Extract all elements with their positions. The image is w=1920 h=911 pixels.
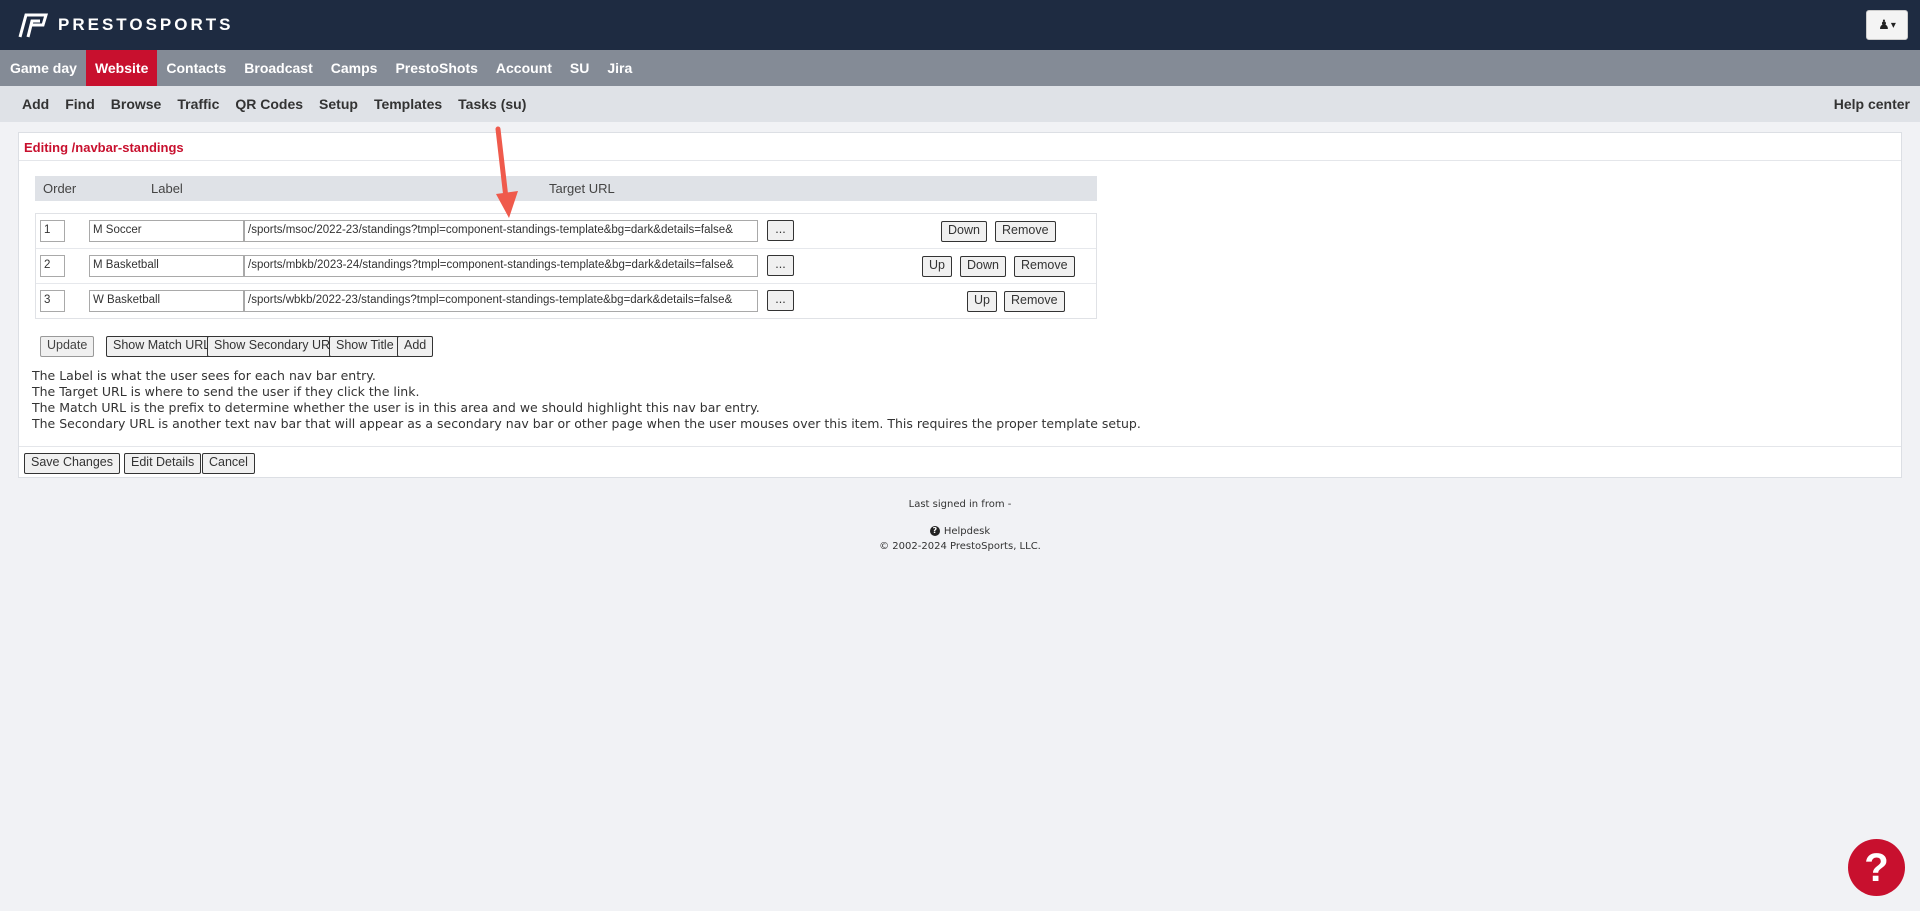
column-header-target-url: Target URL bbox=[549, 181, 615, 196]
show-title-button[interactable]: Show Title bbox=[329, 336, 401, 357]
help-line-secondary: The Secondary URL is another text nav ba… bbox=[32, 416, 1141, 431]
main-nav-broadcast[interactable]: Broadcast bbox=[235, 50, 321, 86]
main-nav-jira[interactable]: Jira bbox=[598, 50, 641, 86]
main-nav-account[interactable]: Account bbox=[487, 50, 561, 86]
edit-details-button[interactable]: Edit Details bbox=[124, 453, 202, 474]
show-secondary-url-button[interactable]: Show Secondary URL bbox=[207, 336, 344, 357]
update-button[interactable]: Update bbox=[40, 336, 95, 357]
url-picker-button[interactable]: ... bbox=[767, 290, 794, 311]
remove-button[interactable]: Remove bbox=[1014, 256, 1075, 277]
user-menu-button[interactable]: ♟ ▾ bbox=[1866, 10, 1908, 40]
column-header-label: Label bbox=[151, 181, 183, 196]
add-entry-button[interactable]: Add bbox=[397, 336, 434, 357]
help-fab-button[interactable]: ? bbox=[1848, 839, 1905, 896]
order-input[interactable]: 2 bbox=[40, 255, 65, 277]
table-row: 1 M Soccer /sports/msoc/2022-23/standing… bbox=[36, 214, 1096, 249]
help-question-icon: ? bbox=[1864, 845, 1889, 890]
help-line-target: The Target URL is where to send the user… bbox=[32, 384, 420, 399]
user-icon: ♟ bbox=[1878, 17, 1890, 33]
help-line-match: The Match URL is the prefix to determine… bbox=[32, 400, 760, 415]
sub-nav-setup[interactable]: Setup bbox=[311, 86, 366, 122]
brand-name: PRESTOSPORTS bbox=[58, 15, 234, 34]
main-nav-contacts[interactable]: Contacts bbox=[157, 50, 235, 86]
order-input[interactable]: 3 bbox=[40, 290, 65, 312]
main-nav-website[interactable]: Website bbox=[85, 50, 158, 86]
divider bbox=[19, 160, 1901, 161]
copyright: © 2002-2024 PrestoSports, LLC. bbox=[879, 541, 1041, 552]
sub-nav-traffic[interactable]: Traffic bbox=[169, 86, 227, 122]
sub-nav-find[interactable]: Find bbox=[57, 86, 103, 122]
helpdesk-row: ? Helpdesk bbox=[0, 525, 1920, 537]
column-header-order: Order bbox=[43, 181, 77, 196]
chevron-down-icon: ▾ bbox=[1890, 19, 1896, 31]
table-row: 2 M Basketball /sports/mbkb/2023-24/stan… bbox=[36, 249, 1096, 284]
sub-nav: Add Find Browse Traffic QR Codes Setup T… bbox=[0, 86, 1920, 122]
label-input[interactable]: W Basketball bbox=[89, 290, 244, 312]
navbar-entries-table: 1 M Soccer /sports/msoc/2022-23/standing… bbox=[35, 213, 1097, 319]
helpdesk-label: Helpdesk bbox=[943, 525, 991, 537]
remove-button[interactable]: Remove bbox=[995, 221, 1056, 242]
divider bbox=[19, 446, 1901, 447]
up-button[interactable]: Up bbox=[922, 256, 952, 277]
main-nav-su[interactable]: SU bbox=[561, 50, 598, 86]
main-nav-camps[interactable]: Camps bbox=[322, 50, 387, 86]
remove-button[interactable]: Remove bbox=[1004, 291, 1065, 312]
sub-nav-tasks[interactable]: Tasks (su) bbox=[450, 86, 534, 122]
target-url-input[interactable]: /sports/mbkb/2023-24/standings?tmpl=comp… bbox=[244, 255, 758, 277]
table-header: Order Label Target URL bbox=[35, 176, 1097, 201]
question-icon: ? bbox=[929, 526, 940, 536]
helpdesk-link[interactable]: ? Helpdesk bbox=[929, 525, 991, 537]
help-text: The Label is what the user sees for each… bbox=[32, 368, 1141, 432]
label-input[interactable]: M Basketball bbox=[89, 255, 244, 277]
prestosports-logo-icon bbox=[18, 13, 49, 38]
down-button[interactable]: Down bbox=[960, 256, 1006, 277]
target-url-input[interactable]: /sports/msoc/2022-23/standings?tmpl=comp… bbox=[244, 220, 758, 242]
table-row: 3 W Basketball /sports/wbkb/2022-23/stan… bbox=[36, 284, 1096, 319]
last-signed-text: Last signed in from - bbox=[908, 499, 1012, 510]
main-nav: Game day Website Contacts Broadcast Camp… bbox=[0, 50, 1920, 86]
editor-panel: Editing /navbar-standings Order Label Ta… bbox=[18, 132, 1902, 478]
help-center-link[interactable]: Help center bbox=[1834, 86, 1910, 122]
save-changes-button[interactable]: Save Changes bbox=[24, 453, 121, 474]
order-input[interactable]: 1 bbox=[40, 220, 65, 242]
main-nav-prestoshots[interactable]: PrestoShots bbox=[386, 50, 486, 86]
cancel-button[interactable]: Cancel bbox=[202, 453, 255, 474]
main-nav-game-day[interactable]: Game day bbox=[0, 50, 86, 86]
up-button[interactable]: Up bbox=[967, 291, 997, 312]
sub-nav-templates[interactable]: Templates bbox=[366, 86, 450, 122]
sub-nav-browse[interactable]: Browse bbox=[103, 86, 170, 122]
help-line-label: The Label is what the user sees for each… bbox=[32, 368, 376, 383]
page-title: Editing /navbar-standings bbox=[24, 140, 184, 155]
top-bar: PRESTOSPORTS ♟ ▾ bbox=[0, 0, 1920, 50]
show-match-url-button[interactable]: Show Match URL bbox=[106, 336, 218, 357]
logo[interactable]: PRESTOSPORTS bbox=[14, 11, 234, 39]
sub-nav-add[interactable]: Add bbox=[14, 86, 57, 122]
url-picker-button[interactable]: ... bbox=[767, 220, 794, 241]
target-url-input[interactable]: /sports/wbkb/2022-23/standings?tmpl=comp… bbox=[244, 290, 758, 312]
label-input[interactable]: M Soccer bbox=[89, 220, 244, 242]
down-button[interactable]: Down bbox=[941, 221, 987, 242]
sub-nav-qr-codes[interactable]: QR Codes bbox=[227, 86, 311, 122]
url-picker-button[interactable]: ... bbox=[767, 255, 794, 276]
